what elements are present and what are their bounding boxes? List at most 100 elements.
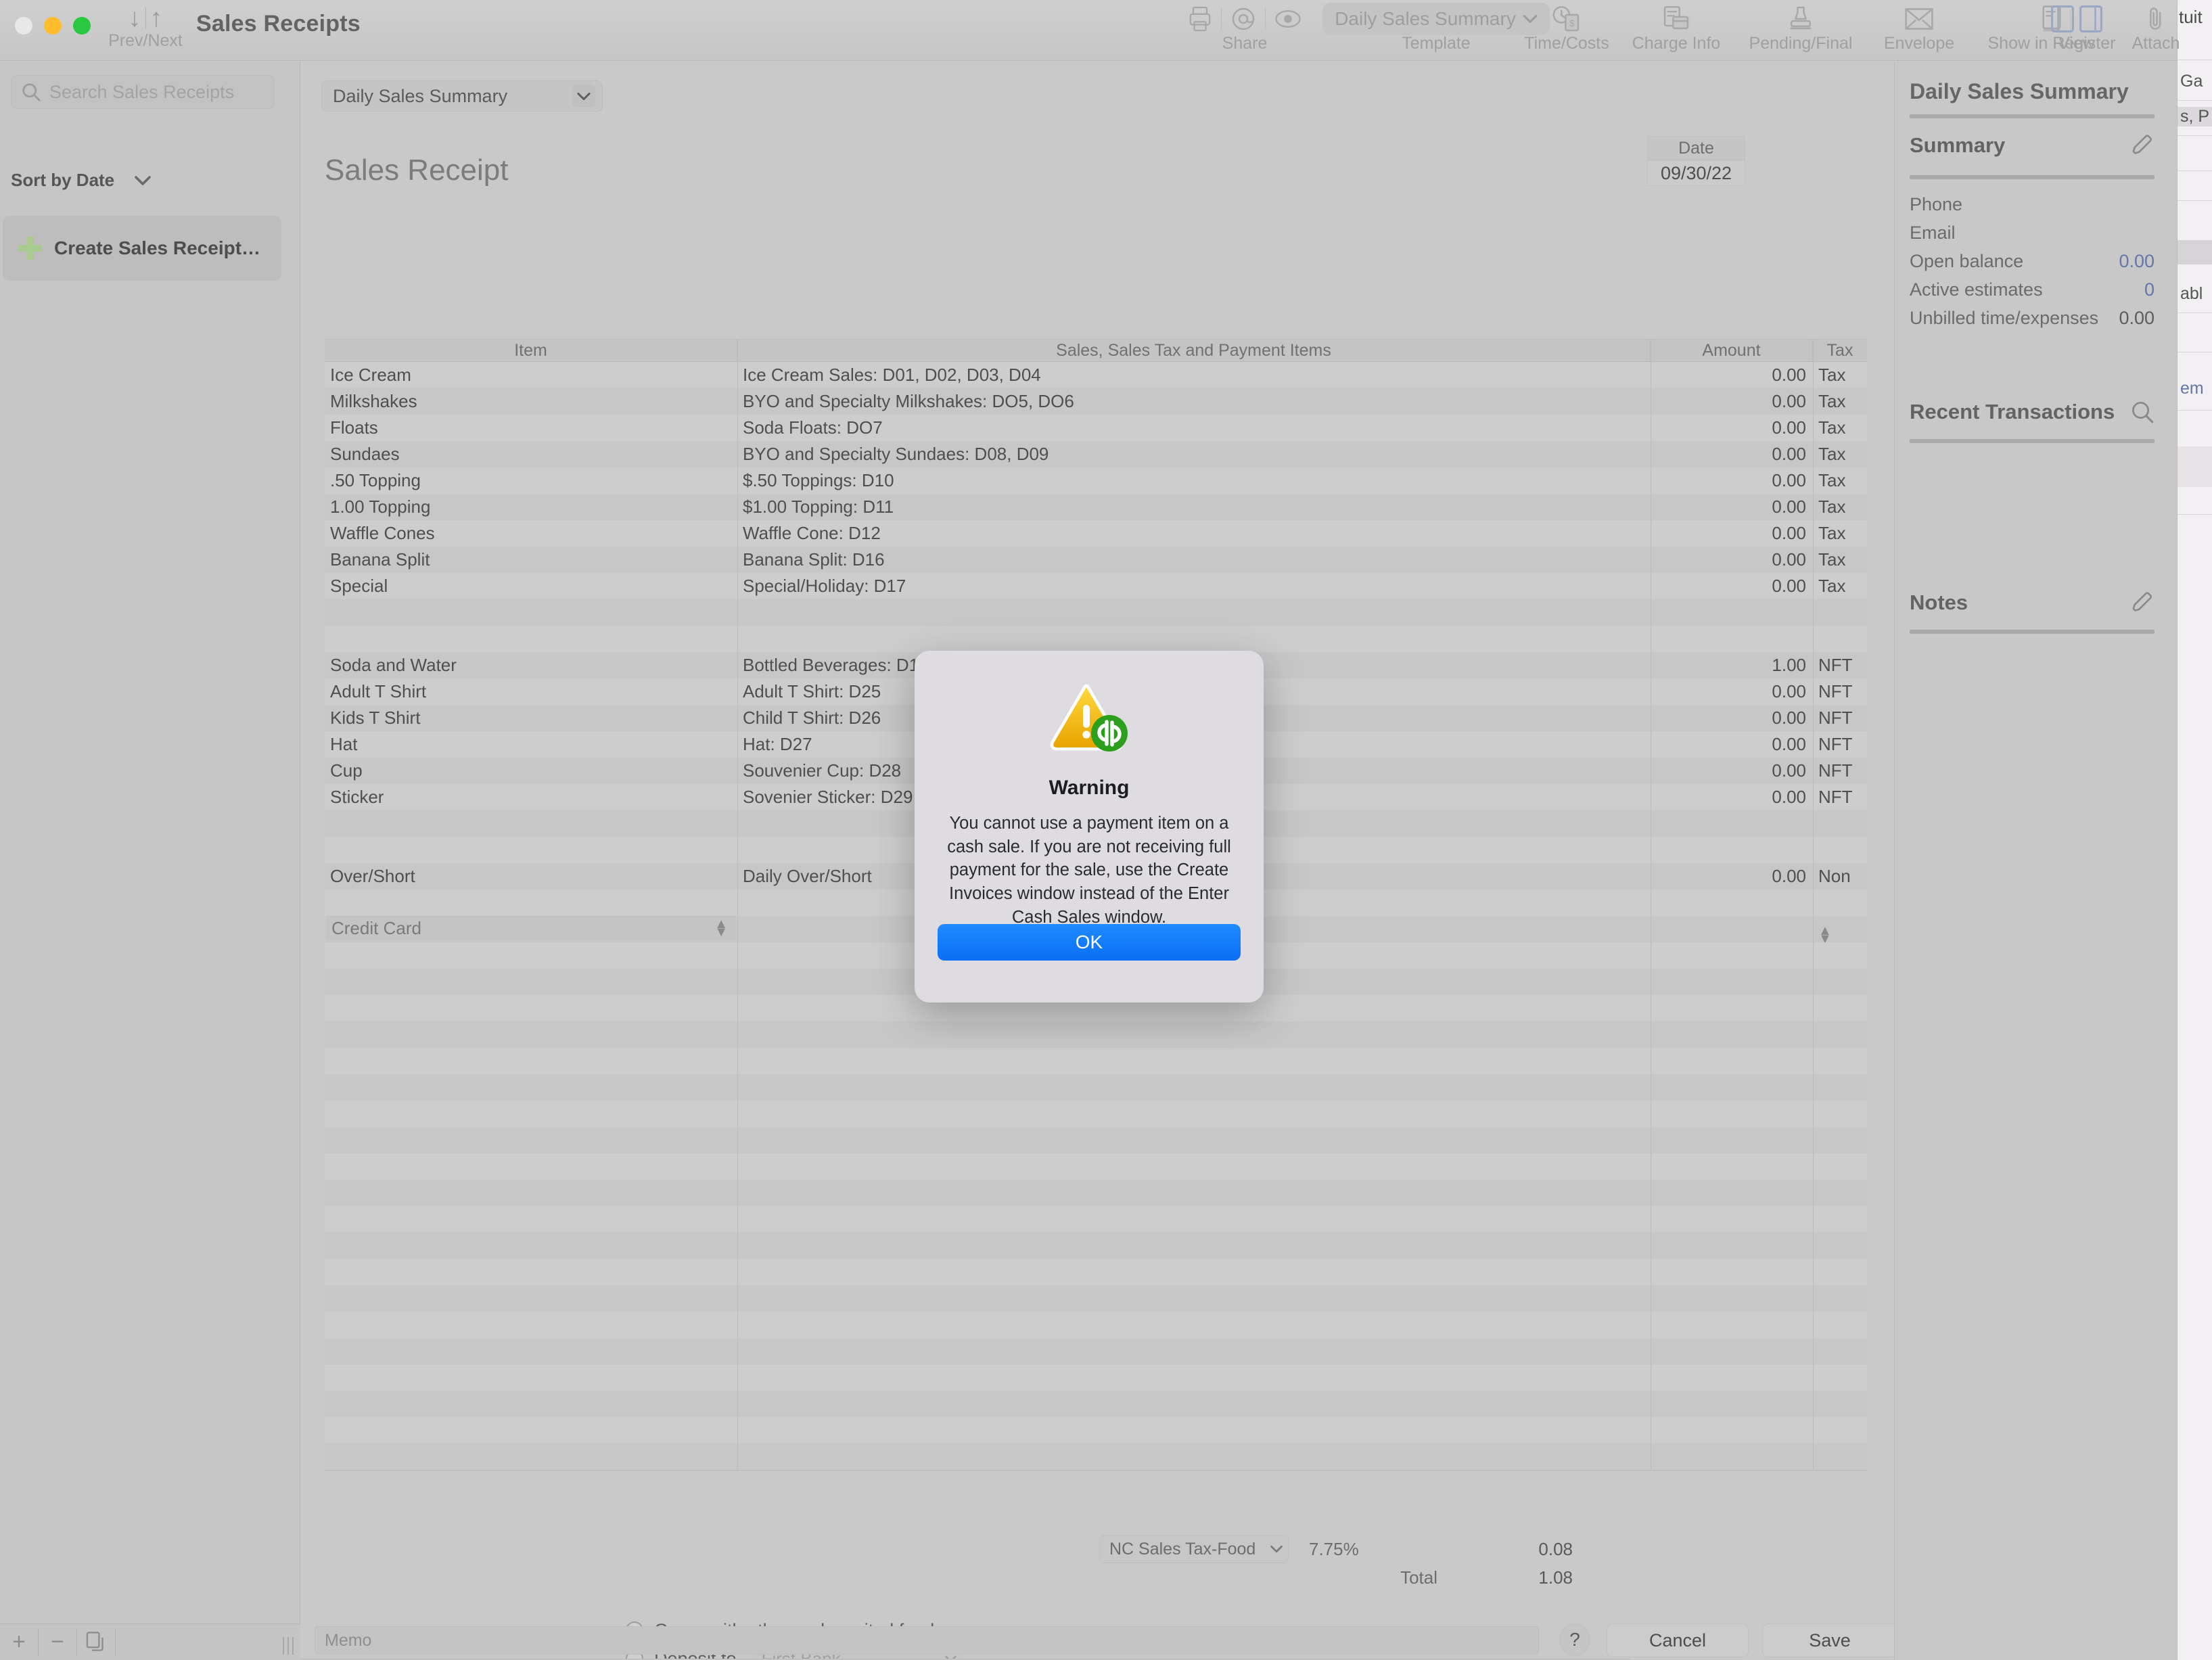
- cell-amount[interactable]: [1651, 810, 1813, 837]
- cell-item[interactable]: [325, 810, 737, 837]
- view-right-panel-icon[interactable]: [2079, 5, 2102, 32]
- add-item-button[interactable]: +: [0, 1624, 38, 1660]
- cell-item[interactable]: [325, 1259, 737, 1285]
- cell-amount[interactable]: [1651, 1312, 1813, 1338]
- table-row[interactable]: [325, 1127, 1867, 1153]
- cell-tax[interactable]: [1813, 1074, 1867, 1101]
- table-row[interactable]: [325, 1338, 1867, 1364]
- toolbar-group-view[interactable]: View: [2029, 3, 2124, 53]
- cell-tax[interactable]: NFT: [1813, 652, 1867, 678]
- cell-tax[interactable]: [1813, 1048, 1867, 1074]
- cell-item[interactable]: Milkshakes: [325, 388, 737, 415]
- cell-description[interactable]: [737, 1048, 1651, 1074]
- cell-tax[interactable]: [1813, 1021, 1867, 1048]
- cell-tax[interactable]: NFT: [1813, 758, 1867, 784]
- cell-item[interactable]: [325, 1101, 737, 1127]
- table-row[interactable]: [325, 599, 1867, 626]
- cell-item[interactable]: Ice Cream: [325, 362, 737, 388]
- table-row[interactable]: Banana Split Banana Split: D16 0.00 Tax: [325, 547, 1867, 573]
- cell-item[interactable]: Sundaes: [325, 441, 737, 467]
- cell-description[interactable]: [737, 1232, 1651, 1259]
- cell-tax[interactable]: [1813, 837, 1867, 863]
- cell-tax[interactable]: NFT: [1813, 784, 1867, 810]
- table-row[interactable]: Special Special/Holiday: D17 0.00 Tax: [325, 573, 1867, 599]
- sidebar-resize-grip[interactable]: [283, 1637, 294, 1655]
- cell-amount[interactable]: 0.00: [1651, 494, 1813, 520]
- cell-amount[interactable]: 0.00: [1651, 758, 1813, 784]
- cell-amount[interactable]: [1651, 1206, 1813, 1232]
- cell-amount[interactable]: 0.00: [1651, 547, 1813, 573]
- cell-description[interactable]: [737, 1338, 1651, 1364]
- cell-amount[interactable]: 0.00: [1651, 731, 1813, 758]
- toolbar-group-attach[interactable]: Attach: [2112, 3, 2200, 53]
- toolbar-group-time-costs[interactable]: $ Time/Costs: [1513, 3, 1621, 53]
- cell-tax[interactable]: [1813, 969, 1867, 995]
- cell-description[interactable]: [737, 1364, 1651, 1391]
- cell-amount[interactable]: [1651, 1153, 1813, 1180]
- table-row[interactable]: Floats Soda Floats: DO7 0.00 Tax: [325, 415, 1867, 441]
- cell-item[interactable]: Hat: [325, 731, 737, 758]
- toolbar-group-share[interactable]: Share: [1170, 3, 1319, 53]
- table-row[interactable]: [325, 1180, 1867, 1206]
- cell-tax[interactable]: [1813, 810, 1867, 837]
- table-row[interactable]: [325, 1312, 1867, 1338]
- table-row[interactable]: [325, 626, 1867, 652]
- cell-description[interactable]: [737, 1444, 1651, 1470]
- cell-amount[interactable]: 0.00: [1651, 520, 1813, 547]
- minimize-window-button[interactable]: [44, 17, 62, 34]
- table-row[interactable]: Milkshakes BYO and Specialty Milkshakes: …: [325, 388, 1867, 415]
- cell-item[interactable]: [325, 1391, 737, 1417]
- cell-tax[interactable]: Tax: [1813, 467, 1867, 494]
- cell-tax[interactable]: [1813, 626, 1867, 652]
- cell-amount[interactable]: [1651, 995, 1813, 1021]
- table-row[interactable]: [325, 1364, 1867, 1391]
- cell-description[interactable]: [737, 1127, 1651, 1153]
- cell-tax[interactable]: NFT: [1813, 731, 1867, 758]
- paperclip-icon[interactable]: [2146, 5, 2166, 32]
- cell-amount[interactable]: [1651, 1101, 1813, 1127]
- envelope-icon[interactable]: [1905, 7, 1933, 30]
- table-row[interactable]: [325, 1259, 1867, 1285]
- cell-tax[interactable]: Tax: [1813, 520, 1867, 547]
- table-row[interactable]: [325, 1074, 1867, 1101]
- cell-item[interactable]: [325, 1021, 737, 1048]
- cell-amount[interactable]: 0.00: [1651, 362, 1813, 388]
- view-left-panel-icon[interactable]: [2051, 5, 2074, 32]
- dialog-ok-button[interactable]: OK: [938, 924, 1241, 961]
- cell-item[interactable]: Sticker: [325, 784, 737, 810]
- save-button[interactable]: Save: [1762, 1623, 1897, 1657]
- cell-amount[interactable]: [1651, 1074, 1813, 1101]
- cell-description[interactable]: [737, 1153, 1651, 1180]
- cell-tax[interactable]: [1813, 1206, 1867, 1232]
- cell-description[interactable]: Ice Cream Sales: D01, D02, D03, D04: [737, 362, 1651, 388]
- table-row[interactable]: [325, 1021, 1867, 1048]
- table-row[interactable]: 1.00 Topping $1.00 Topping: D11 0.00 Tax: [325, 494, 1867, 520]
- cell-item[interactable]: [325, 1127, 737, 1153]
- cell-amount[interactable]: [1651, 1259, 1813, 1285]
- cell-description[interactable]: Soda Floats: DO7: [737, 415, 1651, 441]
- cell-tax[interactable]: [1813, 995, 1867, 1021]
- search-transactions-icon[interactable]: [2130, 400, 2155, 424]
- cell-amount[interactable]: [1651, 942, 1813, 969]
- prev-next-control[interactable]: ↓ ↑ Prev/Next: [108, 4, 183, 51]
- credit-card-select[interactable]: Credit Card ▲ ▼: [326, 916, 736, 940]
- duplicate-item-button[interactable]: [77, 1624, 115, 1660]
- cell-tax[interactable]: [1813, 1285, 1867, 1312]
- table-row[interactable]: [325, 1101, 1867, 1127]
- cell-description[interactable]: BYO and Specialty Sundaes: D08, D09: [737, 441, 1651, 467]
- remove-item-button[interactable]: −: [39, 1624, 76, 1660]
- cell-amount[interactable]: [1651, 1417, 1813, 1444]
- cell-amount[interactable]: 0.00: [1651, 388, 1813, 415]
- cell-description[interactable]: [737, 1206, 1651, 1232]
- cell-tax[interactable]: [1813, 1417, 1867, 1444]
- cell-tax[interactable]: Tax: [1813, 415, 1867, 441]
- toolbar-group-envelope[interactable]: Envelope: [1862, 3, 1977, 53]
- cell-item[interactable]: [325, 1206, 737, 1232]
- table-row[interactable]: [325, 1232, 1867, 1259]
- cell-amount[interactable]: [1651, 890, 1813, 916]
- cell-description[interactable]: [737, 1101, 1651, 1127]
- cell-tax[interactable]: [1813, 1444, 1867, 1470]
- table-row[interactable]: Sundaes BYO and Specialty Sundaes: D08, D…: [325, 441, 1867, 467]
- cell-tax[interactable]: [1813, 1338, 1867, 1364]
- cell-amount[interactable]: 0.00: [1651, 467, 1813, 494]
